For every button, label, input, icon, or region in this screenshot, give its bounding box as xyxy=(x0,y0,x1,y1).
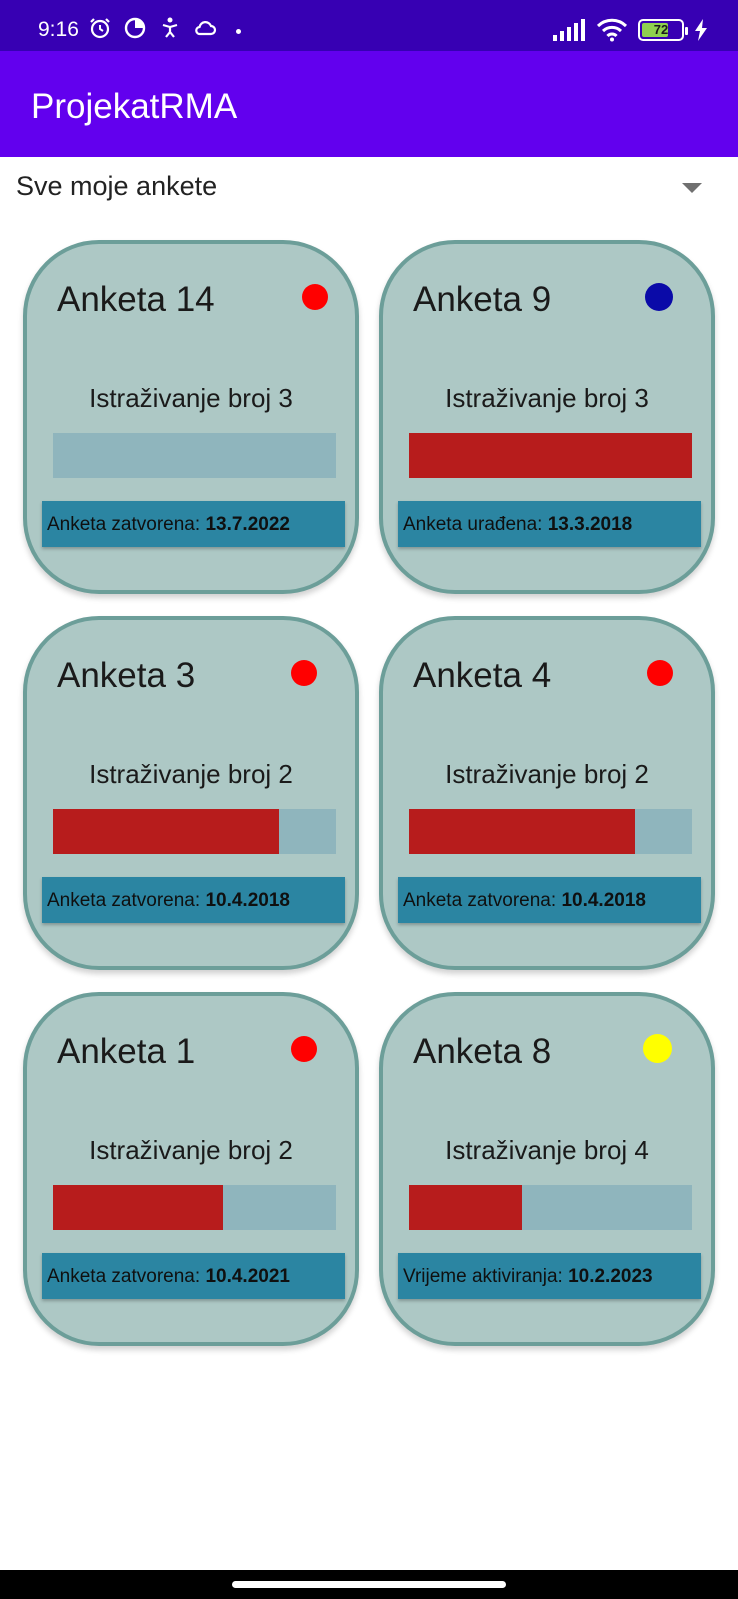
status-date: 13.7.2022 xyxy=(205,514,290,535)
status-indicator-icon xyxy=(645,283,673,311)
survey-title: Anketa 1 xyxy=(57,1032,196,1071)
battery-level: 72 xyxy=(653,22,669,37)
status-label: Anketa zatvorena: xyxy=(47,890,206,911)
survey-status: Anketa urađena: 13.3.2018 xyxy=(398,501,701,547)
survey-status-text: Anketa zatvorena: 10.4.2021 xyxy=(47,1266,290,1288)
app-title: ProjekatRMA xyxy=(31,87,238,126)
status-icons-right: 72 xyxy=(552,18,708,42)
status-date: 10.4.2018 xyxy=(205,890,290,911)
progress-fill xyxy=(409,809,636,854)
survey-card[interactable]: Anketa 14 Istraživanje broj 3 Anketa zat… xyxy=(23,240,359,594)
status-icons-left xyxy=(88,16,217,40)
research-name: Istraživanje broj 3 xyxy=(445,383,649,413)
progress-bar xyxy=(409,433,692,478)
status-time: 9:16 xyxy=(38,18,79,41)
survey-card[interactable]: Anketa 3 Istraživanje broj 2 Anketa zatv… xyxy=(23,616,359,970)
research-name: Istraživanje broj 2 xyxy=(445,759,649,789)
research-name: Istraživanje broj 2 xyxy=(89,759,293,789)
status-label: Anketa zatvorena: xyxy=(47,514,206,535)
status-indicator-icon xyxy=(291,1036,317,1062)
survey-status-text: Anketa zatvorena: 10.4.2018 xyxy=(47,890,290,912)
accessibility-icon xyxy=(162,17,178,38)
status-label: Vrijeme aktiviranja: xyxy=(403,1266,569,1287)
survey-title: Anketa 3 xyxy=(57,656,196,695)
survey-status: Vrijeme aktiviranja: 10.2.2023 xyxy=(398,1253,701,1299)
progress-bar xyxy=(409,1185,692,1230)
survey-card[interactable]: Anketa 8 Istraživanje broj 4 Vrijeme akt… xyxy=(379,992,715,1346)
status-indicator-icon xyxy=(647,660,673,686)
survey-status-text: Anketa zatvorena: 10.4.2018 xyxy=(403,890,646,912)
status-date: 10.2.2023 xyxy=(568,1266,653,1287)
research-name: Istraživanje broj 3 xyxy=(89,383,293,413)
status-indicator-icon xyxy=(643,1034,672,1063)
research-name: Istraživanje broj 4 xyxy=(445,1135,649,1165)
charging-icon xyxy=(695,19,707,41)
status-label: Anketa zatvorena: xyxy=(47,1266,206,1287)
progress-bar xyxy=(53,809,336,854)
survey-title: Anketa 8 xyxy=(413,1032,552,1071)
survey-status-text: Vrijeme aktiviranja: 10.2.2023 xyxy=(403,1266,653,1288)
alarm-icon xyxy=(90,18,110,39)
data-saver-icon xyxy=(124,17,146,39)
battery-icon: 72 xyxy=(638,19,688,41)
status-date: 13.3.2018 xyxy=(547,514,633,535)
progress-fill xyxy=(53,1185,223,1230)
wifi-icon xyxy=(596,18,628,42)
progress-fill xyxy=(53,809,280,854)
app-bar: ProjekatRMA xyxy=(0,51,738,157)
survey-title: Anketa 4 xyxy=(413,656,552,695)
progress-fill xyxy=(409,1185,523,1230)
battery-tip xyxy=(685,27,688,35)
survey-status: Anketa zatvorena: 10.4.2021 xyxy=(42,1253,345,1299)
survey-title: Anketa 9 xyxy=(413,280,552,319)
survey-card[interactable]: Anketa 9 Istraživanje broj 3 Anketa urađ… xyxy=(379,240,715,594)
notification-dot xyxy=(236,29,241,34)
research-name: Istraživanje broj 2 xyxy=(89,1135,293,1165)
survey-status: Anketa zatvorena: 10.4.2018 xyxy=(398,877,701,923)
survey-title: Anketa 14 xyxy=(57,280,215,319)
signal-icon xyxy=(553,19,585,41)
survey-status-text: Anketa zatvorena: 13.7.2022 xyxy=(47,514,290,536)
status-label: Anketa urađena: xyxy=(403,514,548,535)
home-gesture-handle[interactable] xyxy=(232,1581,506,1588)
survey-filter-spinner[interactable]: Sve moje ankete xyxy=(0,157,738,223)
survey-status-text: Anketa urađena: 13.3.2018 xyxy=(403,514,632,536)
status-label: Anketa zatvorena: xyxy=(403,890,562,911)
status-bar: 9:16 72 xyxy=(0,0,738,51)
progress-bar xyxy=(53,433,336,478)
survey-card[interactable]: Anketa 4 Istraživanje broj 2 Anketa zatv… xyxy=(379,616,715,970)
system-nav-bar xyxy=(0,1570,738,1599)
survey-status: Anketa zatvorena: 10.4.2018 xyxy=(42,877,345,923)
dropdown-arrow-icon[interactable] xyxy=(682,183,702,193)
progress-bar xyxy=(53,1185,336,1230)
status-date: 10.4.2018 xyxy=(561,890,646,911)
survey-card[interactable]: Anketa 1 Istraživanje broj 2 Anketa zatv… xyxy=(23,992,359,1346)
filter-selected-value: Sve moje ankete xyxy=(16,171,218,201)
cloud-icon xyxy=(195,21,217,36)
progress-fill xyxy=(409,433,692,478)
status-indicator-icon xyxy=(291,660,317,686)
status-date: 10.4.2021 xyxy=(205,1266,290,1287)
survey-status: Anketa zatvorena: 13.7.2022 xyxy=(42,501,345,547)
status-indicator-icon xyxy=(302,284,328,310)
progress-bar xyxy=(409,809,692,854)
